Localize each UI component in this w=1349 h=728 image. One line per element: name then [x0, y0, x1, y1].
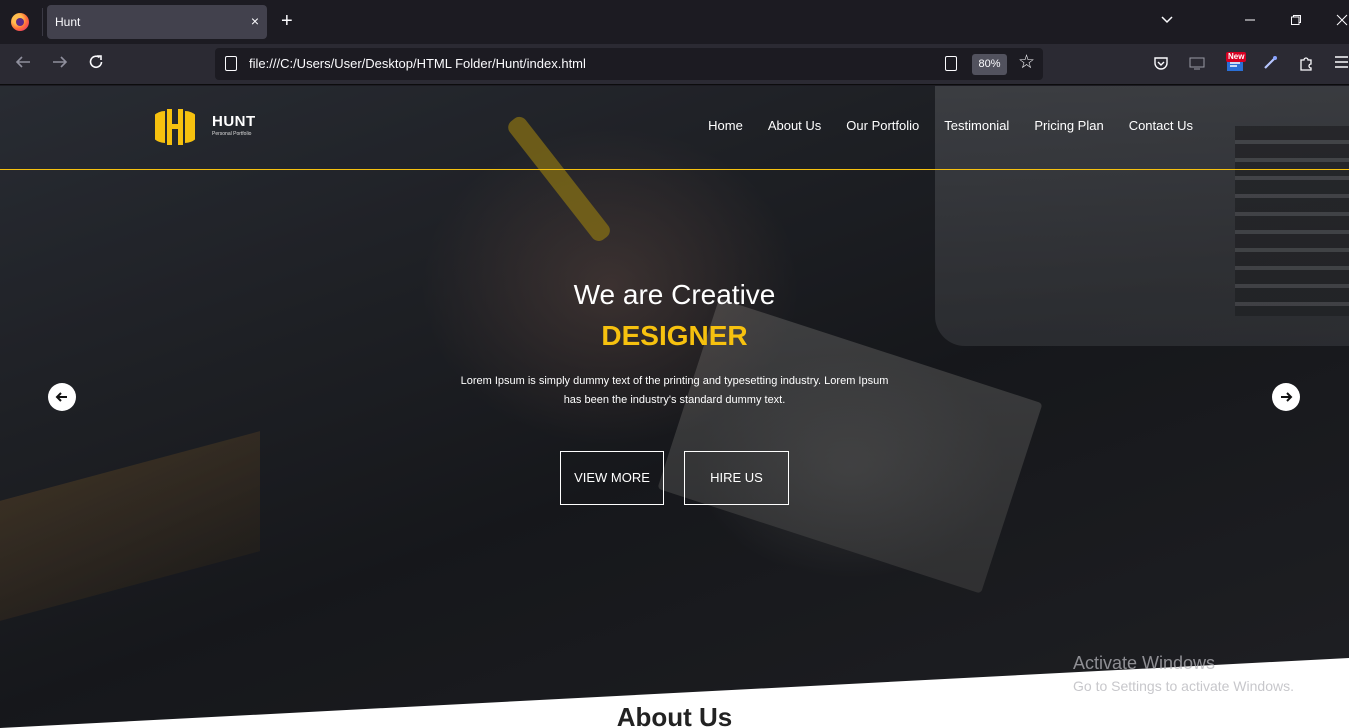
slider-next-button[interactable] [1272, 383, 1300, 411]
logo-subtitle: Personal Portfolio [212, 131, 252, 137]
url-text[interactable]: file:///C:/Users/User/Desktop/HTML Folde… [249, 56, 586, 71]
page-viewport: HUNT Personal Portfolio Home About Us Ou… [0, 86, 1349, 728]
menu-hamburger-icon[interactable] [1334, 55, 1349, 74]
activate-windows-watermark: Activate Windows Go to Settings to activ… [1073, 652, 1294, 696]
nav-pricing-plan[interactable]: Pricing Plan [1034, 118, 1103, 133]
back-arrow-icon[interactable] [14, 53, 32, 76]
bookmark-star-icon[interactable]: ☆ [1018, 52, 1035, 74]
site-nav: Home About Us Our Portfolio Testimonial … [708, 118, 1193, 133]
browser-nav-bar: file:///C:/Users/User/Desktop/HTML Folde… [0, 44, 1349, 85]
nav-about-us[interactable]: About Us [768, 118, 821, 133]
firefox-logo-icon[interactable] [11, 13, 29, 31]
view-more-button[interactable]: VIEW MORE [560, 451, 664, 505]
new-tab-button[interactable]: + [281, 11, 293, 31]
forward-arrow-icon[interactable] [51, 53, 69, 76]
restore-icon[interactable] [1290, 12, 1302, 30]
tab-close-icon[interactable]: × [251, 13, 259, 29]
zoom-level-badge[interactable]: 80% [972, 54, 1007, 75]
minimize-icon[interactable] [1244, 12, 1256, 30]
slider-prev-button[interactable] [48, 383, 76, 411]
screen-extension-icon[interactable] [1189, 55, 1205, 76]
logo-text: HUNT [212, 113, 256, 130]
extensions-puzzle-icon[interactable] [1298, 55, 1314, 76]
hero-section: HUNT Personal Portfolio Home About Us Ou… [0, 86, 1349, 728]
tab-list-chevron-icon[interactable] [1160, 12, 1174, 30]
nav-our-portfolio[interactable]: Our Portfolio [846, 118, 919, 133]
hero-title: DESIGNER [601, 320, 748, 351]
tab-separator [42, 8, 43, 36]
hero-text-block: We are Creative DESIGNER Lorem Ipsum is … [0, 278, 1349, 410]
hunt-logo-icon [155, 109, 195, 145]
arrow-right-icon [1281, 392, 1293, 402]
reader-view-icon[interactable] [945, 56, 957, 71]
nav-home[interactable]: Home [708, 118, 743, 133]
new-badge: New [1226, 52, 1247, 62]
pocket-icon[interactable] [1153, 55, 1169, 76]
about-us-heading: About Us [616, 702, 733, 728]
hero-description: Lorem Ipsum is simply dummy text of the … [460, 375, 889, 406]
activate-title: Activate Windows [1073, 653, 1216, 673]
site-header: HUNT Personal Portfolio Home About Us Ou… [0, 86, 1349, 170]
browser-tab[interactable]: Hunt × [47, 5, 267, 39]
activate-subtitle: Go to Settings to activate Windows. [1073, 678, 1294, 694]
close-window-icon[interactable] [1336, 12, 1348, 30]
color-picker-icon[interactable] [1262, 55, 1278, 76]
nav-contact-us[interactable]: Contact Us [1129, 118, 1193, 133]
address-bar[interactable]: file:///C:/Users/User/Desktop/HTML Folde… [215, 48, 1043, 80]
arrow-left-icon [55, 392, 67, 402]
browser-tab-bar: Hunt × + [0, 0, 1349, 44]
reload-icon[interactable] [87, 53, 105, 76]
site-logo[interactable]: HUNT Personal Portfolio [155, 106, 255, 148]
hero-subtitle: We are Creative [573, 279, 776, 310]
tab-title: Hunt [55, 15, 81, 29]
page-icon [225, 56, 237, 71]
nav-testimonial[interactable]: Testimonial [944, 118, 1009, 133]
hire-us-button[interactable]: HIRE US [684, 451, 789, 505]
